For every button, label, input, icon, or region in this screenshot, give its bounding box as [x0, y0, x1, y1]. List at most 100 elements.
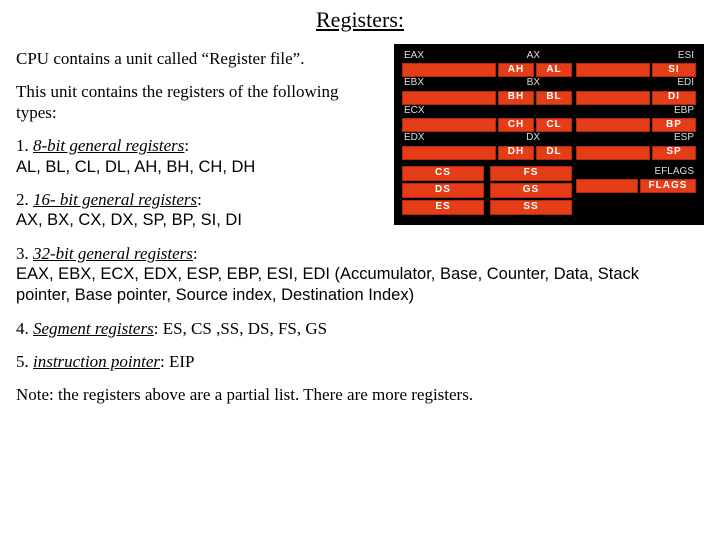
list-item-head: 8-bit general registers: [33, 136, 184, 155]
gp-register-row: EDXDXDHDLESPSP: [402, 132, 696, 160]
gp-seg-low: CL: [536, 118, 572, 132]
intro-para-2: This unit contains the registers of the …: [16, 81, 346, 124]
list-item-tail: :: [197, 190, 202, 209]
eflags-label: EFLAGS: [576, 166, 696, 180]
gp-idx-low: SP: [652, 146, 696, 160]
segment-reg: DS: [402, 183, 484, 198]
gp-seg-upper: [402, 146, 496, 160]
list-item-tail: : ES, CS ,SS, DS, FS, GS: [154, 319, 327, 338]
list-item: 1. 8-bit general registers:AL, BL, CL, D…: [16, 135, 396, 177]
gp-labels: EAXAX: [402, 50, 572, 64]
register-diagram: EAXAXAHALESISIEBXBXBHBLEDIDIECXCHCLEBPBP…: [394, 44, 704, 225]
list-item-head: Segment registers: [33, 319, 154, 338]
list-item-head: 16- bit general registers: [33, 190, 197, 209]
list-item-number: 4.: [16, 319, 33, 338]
gp-idx-label: EBP: [576, 105, 696, 119]
segment-row: ES SS: [402, 200, 572, 215]
list-item-number: 1.: [16, 136, 33, 155]
gp-col-idx: ESISI: [576, 50, 696, 78]
left-column: CPU contains a unit called “Register fil…: [16, 48, 396, 373]
gp-seg-high: BH: [498, 91, 534, 105]
gp-idx-upper: [576, 118, 650, 132]
segment-reg: SS: [490, 200, 572, 215]
list-item: 5. instruction pointer: EIP: [16, 351, 686, 372]
gp-seg-high: DH: [498, 146, 534, 160]
gp-seg-low: DL: [536, 146, 572, 160]
segment-reg: CS: [402, 166, 484, 181]
gp-idx-label: ESI: [576, 50, 696, 64]
eflags-block: EFLAGSFLAGS: [576, 166, 696, 194]
gp-labels: EBXBX: [402, 77, 572, 91]
eflags-upper: [576, 179, 638, 193]
gp-seg-high: AH: [498, 63, 534, 77]
list-item-tail: : EIP: [160, 352, 194, 371]
page-title: Registers:: [16, 6, 704, 34]
segment-flags-row: CS FS DS GS ES SS EFLAGSFLAGS: [402, 164, 696, 215]
gp-col-idx: EBPBP: [576, 105, 696, 133]
gp-bar-32: DHDL: [402, 146, 572, 160]
list-item-heading: 5. instruction pointer: EIP: [16, 351, 686, 372]
gp-bar-32: BHBL: [402, 91, 572, 105]
segment-reg: ES: [402, 200, 484, 215]
note-para: Note: the registers above are a partial …: [16, 384, 704, 405]
list-item: 3. 32-bit general registers:EAX, EBX, EC…: [16, 243, 686, 306]
gp-idx-upper: [576, 91, 650, 105]
segment-reg: FS: [490, 166, 572, 181]
gp-idx-upper: [576, 63, 650, 77]
gp-idx-bar: DI: [576, 91, 696, 105]
gp-col-32: EBXBXBHBL: [402, 77, 572, 105]
content-area: EAXAXAHALESISIEBXBXBHBLEDIDIECXCHCLEBPBP…: [16, 48, 704, 406]
gp-seg-high: CH: [498, 118, 534, 132]
eflags-low: FLAGS: [640, 179, 696, 193]
register-type-list: 1. 8-bit general registers:AL, BL, CL, D…: [16, 135, 396, 372]
list-item-body: AX, BX, CX, DX, SP, BP, SI, DI: [16, 210, 396, 231]
segment-grid: CS FS DS GS ES SS: [402, 164, 572, 215]
gp-bar-32: CHCL: [402, 118, 572, 132]
gp-register-row: ECXCHCLEBPBP: [402, 105, 696, 133]
list-item-number: 5.: [16, 352, 33, 371]
gp-col-32: EDXDXDHDL: [402, 132, 572, 160]
gp-idx-low: BP: [652, 118, 696, 132]
gp-seg-upper: [402, 63, 496, 77]
gp-idx-bar: BP: [576, 118, 696, 132]
gp-idx-low: DI: [652, 91, 696, 105]
list-item-number: 2.: [16, 190, 33, 209]
segment-row: DS GS: [402, 183, 572, 198]
gp-bar-32: AHAL: [402, 63, 572, 77]
gp-col-32: EAXAXAHAL: [402, 50, 572, 78]
list-item-body: EAX, EBX, ECX, EDX, ESP, EBP, ESI, EDI (…: [16, 264, 686, 305]
title-text: Registers:: [316, 7, 404, 32]
list-item-heading: 3. 32-bit general registers:: [16, 243, 686, 264]
gp-seg-low: AL: [536, 63, 572, 77]
list-item-body: AL, BL, CL, DL, AH, BH, CH, DH: [16, 157, 396, 178]
list-item-number: 3.: [16, 244, 33, 263]
gp-register-row: EAXAXAHALESISI: [402, 50, 696, 78]
list-item-head: 32-bit general registers: [33, 244, 193, 263]
segment-row: CS FS: [402, 166, 572, 181]
gp-labels: EDXDX: [402, 132, 572, 146]
eflags-bar: FLAGS: [576, 179, 696, 193]
gp-idx-bar: SP: [576, 146, 696, 160]
gp-col-32: ECXCHCL: [402, 105, 572, 133]
segment-reg: GS: [490, 183, 572, 198]
gp-labels: ECX: [402, 105, 572, 119]
list-item-heading: 1. 8-bit general registers:: [16, 135, 396, 156]
gp-col-idx: EDIDI: [576, 77, 696, 105]
list-item-head: instruction pointer: [33, 352, 160, 371]
list-item-heading: 4. Segment registers: ES, CS ,SS, DS, FS…: [16, 318, 686, 339]
list-item-heading: 2. 16- bit general registers:: [16, 189, 396, 210]
gp-seg-upper: [402, 118, 496, 132]
gp-col-idx: ESPSP: [576, 132, 696, 160]
gp-idx-label: EDI: [576, 77, 696, 91]
gp-seg-low: BL: [536, 91, 572, 105]
gp-seg-upper: [402, 91, 496, 105]
gp-register-row: EBXBXBHBLEDIDI: [402, 77, 696, 105]
gp-idx-upper: [576, 146, 650, 160]
list-item: 2. 16- bit general registers:AX, BX, CX,…: [16, 189, 396, 231]
intro-para-1: CPU contains a unit called “Register fil…: [16, 48, 396, 69]
gp-idx-bar: SI: [576, 63, 696, 77]
gp-idx-label: ESP: [576, 132, 696, 146]
list-item-tail: :: [193, 244, 198, 263]
list-item-tail: :: [184, 136, 189, 155]
list-item: 4. Segment registers: ES, CS ,SS, DS, FS…: [16, 318, 686, 339]
